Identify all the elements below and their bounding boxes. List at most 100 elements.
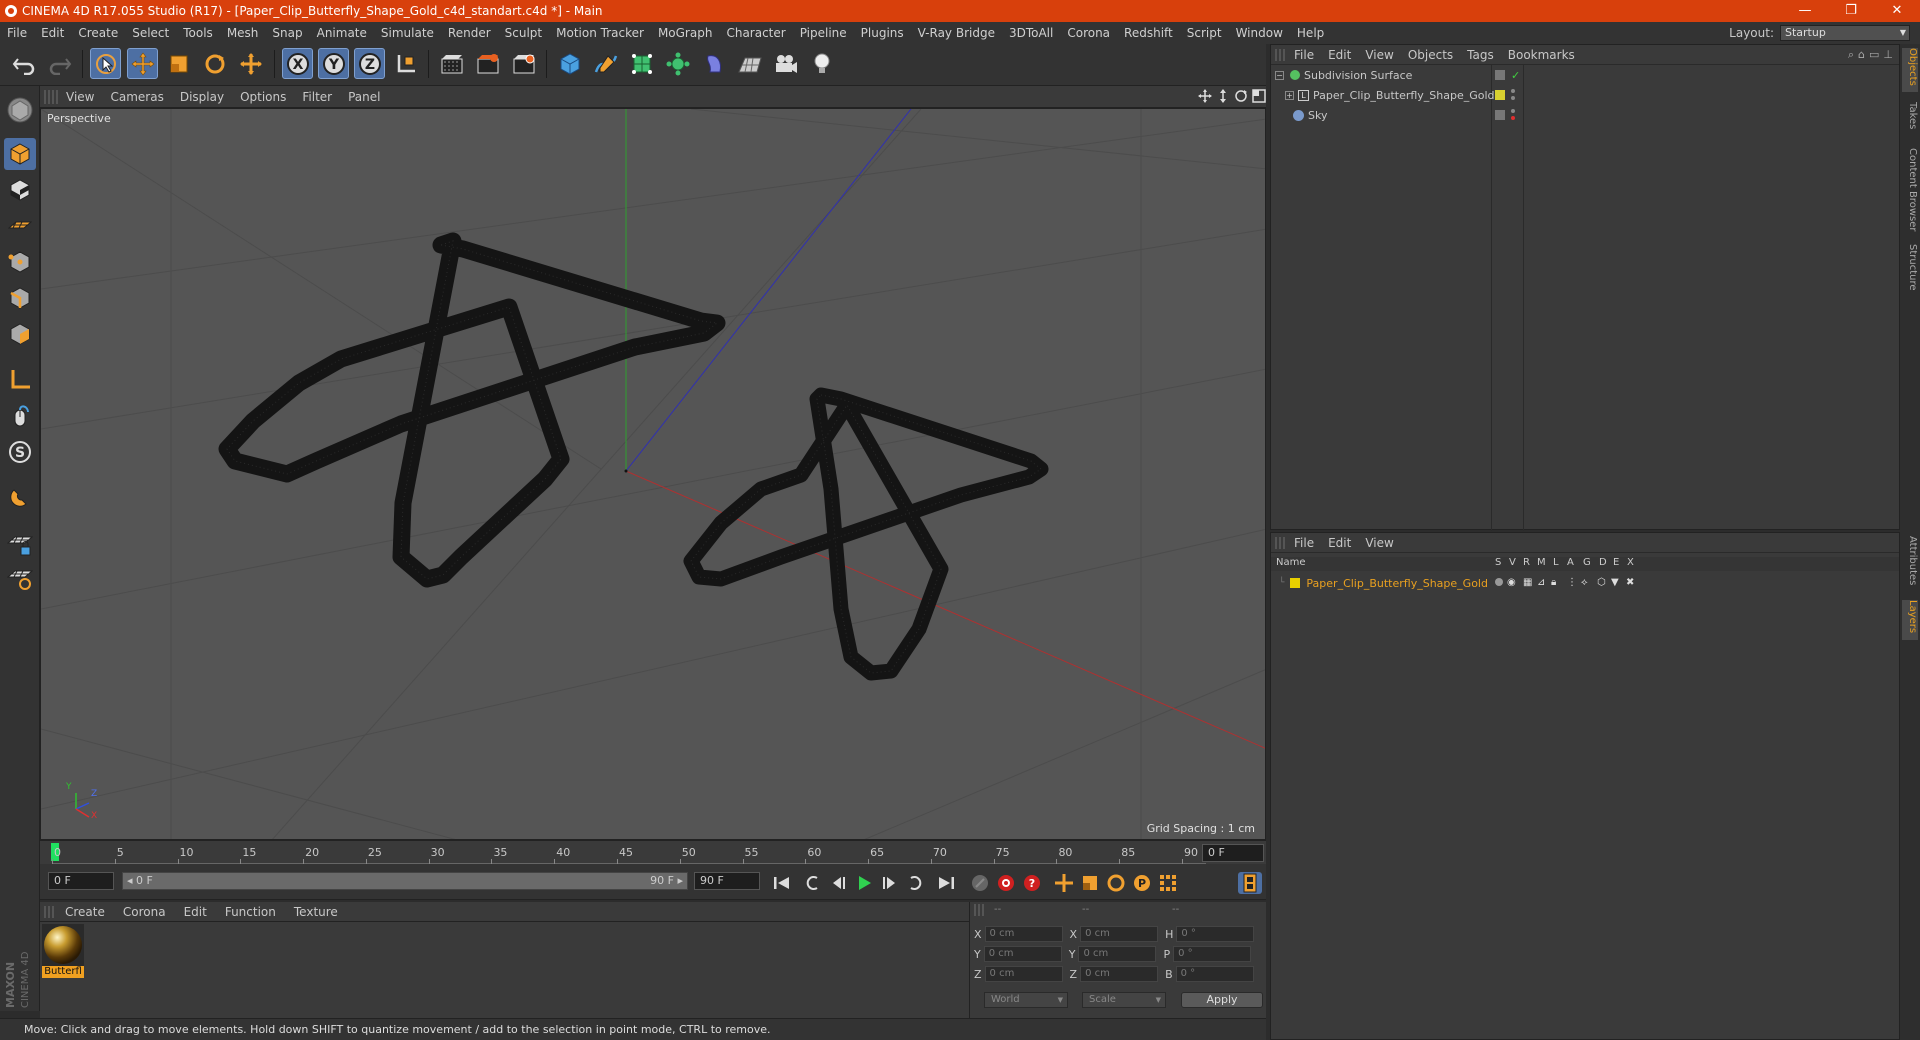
menu-file[interactable]: File (0, 26, 34, 40)
model-mode-button[interactable] (4, 138, 36, 170)
lock-workplane-button[interactable] (4, 528, 36, 560)
record-keys-button[interactable] (968, 872, 992, 894)
enabled-check-icon[interactable]: ✓ (1511, 69, 1520, 82)
add-array-button[interactable] (662, 48, 693, 79)
close-button[interactable]: ✕ (1874, 0, 1920, 22)
menu-3dtoall[interactable]: 3DToAll (1002, 26, 1060, 40)
coordinate-scale-dropdown[interactable]: Scale ▼ (1082, 992, 1166, 1008)
material-menu-function[interactable]: Function (216, 905, 285, 919)
render-film-icon[interactable]: ▦ (1523, 577, 1532, 588)
texture-mode-button[interactable] (4, 174, 36, 206)
menu-snap[interactable]: Snap (265, 26, 309, 40)
tab-attributes[interactable]: Attributes (1902, 536, 1918, 594)
layer-color-icon[interactable] (1495, 90, 1505, 100)
menu-edit[interactable]: Edit (34, 26, 71, 40)
tab-structure[interactable]: Structure (1902, 244, 1918, 294)
coordinate-system-button[interactable] (390, 48, 421, 79)
layer-toggle-icon[interactable] (1495, 70, 1505, 80)
key-rotation-button[interactable] (1104, 872, 1128, 894)
keyframe-selection-button[interactable]: ? (1020, 872, 1044, 894)
material-menu-corona[interactable]: Corona (114, 905, 175, 919)
objects-menu-file[interactable]: File (1287, 48, 1321, 62)
menu-script[interactable]: Script (1180, 26, 1229, 40)
menu-character[interactable]: Character (719, 26, 792, 40)
add-subdivision-button[interactable] (626, 48, 657, 79)
next-key-button[interactable] (904, 872, 928, 894)
minimize-button[interactable]: — (1782, 0, 1828, 22)
points-mode-button[interactable] (4, 246, 36, 278)
visible-eye-icon[interactable]: ◉ (1507, 577, 1516, 588)
menu-sculpt[interactable]: Sculpt (498, 26, 549, 40)
add-floor-button[interactable] (734, 48, 765, 79)
tweak-mode-button[interactable] (4, 400, 36, 432)
viewport-menu-view[interactable]: View (58, 90, 102, 104)
next-frame-button[interactable] (878, 872, 902, 894)
objects-menu-bookmarks[interactable]: Bookmarks (1501, 48, 1582, 62)
workplane-mode-button[interactable] (4, 210, 36, 242)
tab-layers[interactable]: Layers (1902, 600, 1918, 640)
z-axis-lock-button[interactable]: Z (354, 48, 385, 79)
go-to-end-button[interactable] (934, 872, 958, 894)
viewport-menu-filter[interactable]: Filter (294, 90, 340, 104)
new-window-icon[interactable]: ▭ (1869, 48, 1879, 62)
render-visibility-dot[interactable] (1511, 96, 1515, 100)
live-selection-button[interactable] (90, 48, 121, 79)
menu-window[interactable]: Window (1229, 26, 1290, 40)
pan-view-icon[interactable] (1198, 89, 1212, 103)
key-position-button[interactable] (1052, 872, 1076, 894)
menu-animate[interactable]: Animate (310, 26, 374, 40)
timeline-window-button[interactable] (1238, 872, 1262, 894)
viewport-menu-display[interactable]: Display (172, 90, 232, 104)
rotation-h-field[interactable]: 0 ° (1176, 926, 1255, 942)
layer-color-icon[interactable] (1290, 578, 1301, 588)
menu-tools[interactable]: Tools (176, 26, 220, 40)
search-icon[interactable]: ⌕ (1848, 48, 1854, 62)
play-button[interactable] (852, 872, 876, 894)
size-y-field[interactable]: 0 cm (1078, 946, 1157, 962)
key-scale-button[interactable] (1078, 872, 1102, 894)
size-z-field[interactable]: 0 cm (1080, 966, 1159, 982)
render-visibility-dot[interactable] (1511, 116, 1515, 120)
menu-corona[interactable]: Corona (1060, 26, 1117, 40)
add-light-button[interactable] (806, 48, 837, 79)
objects-menu-view[interactable]: View (1358, 48, 1400, 62)
solo-dot-icon[interactable] (1495, 578, 1503, 586)
viewport-menu-panel[interactable]: Panel (340, 90, 388, 104)
timeline-ruler[interactable]: 0 5 10 15 20 25 30 35 40 45 50 55 60 65 70 75 80 85 90 0 F (40, 840, 1266, 865)
material-menu-create[interactable]: Create (56, 905, 114, 919)
menu-vray-bridge[interactable]: V-Ray Bridge (911, 26, 1002, 40)
menu-mograph[interactable]: MoGraph (651, 26, 720, 40)
layer-toggle-icon[interactable] (1495, 110, 1505, 120)
rotate-view-icon[interactable] (1234, 89, 1248, 103)
transform-button[interactable] (235, 48, 266, 79)
coordinate-mode-dropdown[interactable]: World ▼ (984, 992, 1068, 1008)
undo-button[interactable] (8, 48, 39, 79)
rotation-b-field[interactable]: 0 ° (1175, 966, 1254, 982)
planar-workplane-button[interactable] (4, 562, 36, 594)
menu-motion-tracker[interactable]: Motion Tracker (549, 26, 651, 40)
end-frame-field[interactable]: 90 F (694, 872, 760, 890)
layout-dropdown[interactable]: Startup ▼ (1780, 25, 1910, 41)
render-view-button[interactable] (436, 48, 467, 79)
position-y-field[interactable]: 0 cm (983, 946, 1062, 962)
render-picture-viewer-button[interactable] (472, 48, 503, 79)
deformers-icon[interactable]: ⬡ (1597, 577, 1606, 588)
autokeying-button[interactable] (994, 872, 1018, 894)
solo-button[interactable]: S (4, 436, 36, 468)
menu-pipeline[interactable]: Pipeline (793, 26, 854, 40)
material-menu-texture[interactable]: Texture (285, 905, 347, 919)
expand-icon[interactable]: + (1285, 90, 1294, 100)
menu-plugins[interactable]: Plugins (854, 26, 911, 40)
material-swatch[interactable]: Butterfl (42, 924, 84, 978)
tab-takes[interactable]: Takes (1902, 102, 1918, 138)
editor-visibility-dot[interactable] (1511, 109, 1515, 113)
polygons-mode-button[interactable] (4, 318, 36, 350)
move-button[interactable] (127, 48, 158, 79)
rotation-p-field[interactable]: 0 ° (1173, 946, 1252, 962)
menu-simulate[interactable]: Simulate (374, 26, 441, 40)
layers-menu-file[interactable]: File (1287, 536, 1321, 550)
menu-mesh[interactable]: Mesh (220, 26, 266, 40)
rotate-button[interactable] (199, 48, 230, 79)
previous-frame-button[interactable] (826, 872, 850, 894)
menu-redshift[interactable]: Redshift (1117, 26, 1180, 40)
